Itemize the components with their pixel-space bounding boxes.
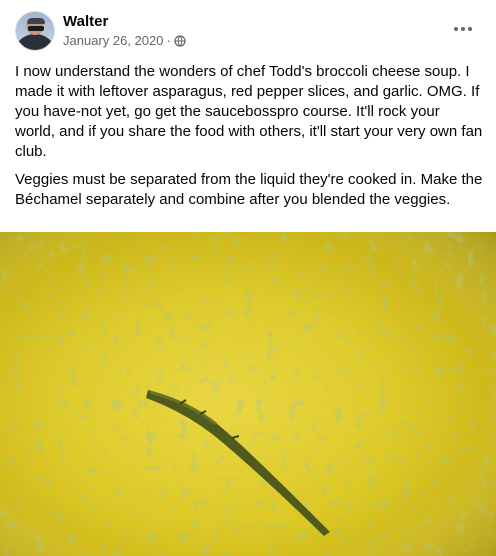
avatar-glasses — [28, 26, 44, 31]
post-header: Walter January 26, 2020 · — [0, 0, 496, 60]
avatar-cap — [27, 18, 45, 24]
post-card: Walter January 26, 2020 · I now understa… — [0, 0, 496, 556]
avatar[interactable] — [15, 11, 55, 51]
post-text: I now understand the wonders of chef Tod… — [15, 62, 483, 218]
more-options-icon[interactable] — [446, 16, 480, 42]
post-paragraph-1: I now understand the wonders of chef Tod… — [15, 63, 483, 160]
author-name[interactable]: Walter — [63, 13, 108, 30]
post-paragraph-2: Veggies must be separated from the liqui… — [15, 171, 483, 208]
public-globe-icon — [174, 34, 186, 47]
soup-image — [0, 232, 496, 556]
post-date[interactable]: January 26, 2020 — [63, 33, 163, 48]
post-meta: January 26, 2020 · — [63, 33, 186, 48]
meta-separator: · — [166, 33, 171, 48]
post-photo[interactable] — [0, 232, 496, 556]
